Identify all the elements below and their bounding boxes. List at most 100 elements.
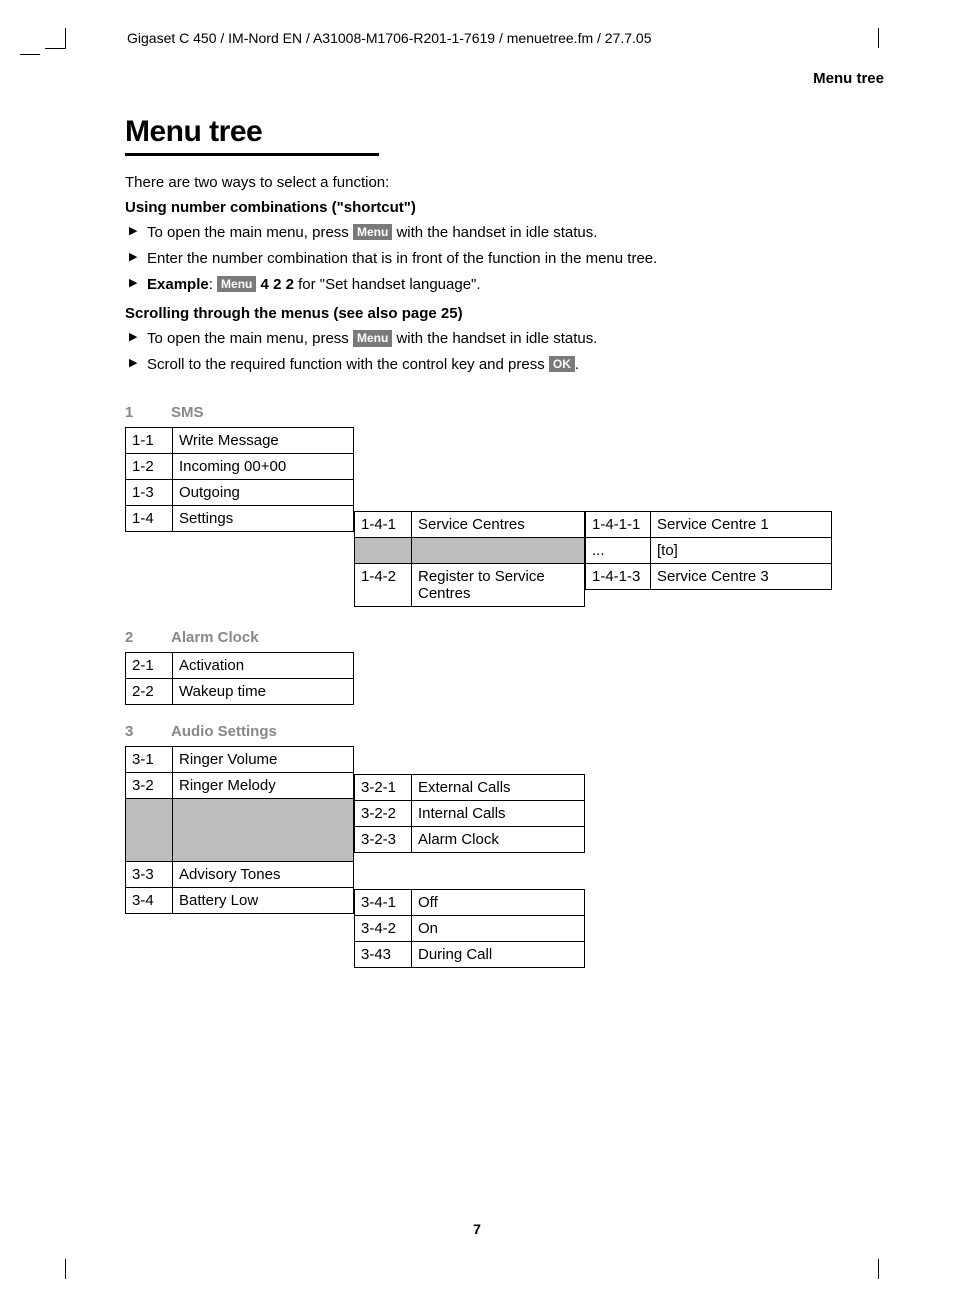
key-sequence: 4 2 2 <box>256 276 294 293</box>
section-number: 1 <box>125 404 171 421</box>
table-row: 3-2-2Internal Calls <box>355 800 585 826</box>
table-row: 3-4-2On <box>355 915 585 941</box>
empty-cell <box>173 798 354 861</box>
label: During Call <box>412 941 585 967</box>
table-row: 1-4Settings <box>126 505 354 531</box>
crop-mark <box>20 54 40 55</box>
label: [to] <box>651 537 832 563</box>
code: 3-2-2 <box>355 800 412 826</box>
label: Ringer Melody <box>173 772 354 798</box>
text: Scroll to the required function with the… <box>147 356 549 373</box>
menu-key-icon: Menu <box>217 276 256 292</box>
code: 1-2 <box>126 453 173 479</box>
menu-table-level3: 1-4-1-1Service Centre 1 ...[to] 1-4-1-3S… <box>585 511 832 590</box>
code: 3-3 <box>126 861 173 887</box>
label: Service Centre 3 <box>651 563 832 589</box>
table-row: 3-2-3Alarm Clock <box>355 826 585 852</box>
label: Service Centres <box>412 511 585 537</box>
crop-mark <box>878 1259 899 1279</box>
label: Service Centre 1 <box>651 511 832 537</box>
code: ... <box>586 537 651 563</box>
running-head: Menu tree <box>125 70 884 87</box>
intro-text: There are two ways to select a function: <box>125 174 884 191</box>
menu-table-level2: 3-2-1External Calls 3-2-2Internal Calls … <box>354 774 585 853</box>
shortcut-list: To open the main menu, press Menu with t… <box>125 222 884 295</box>
menu-key-icon: Menu <box>353 330 392 346</box>
code: 3-4-1 <box>355 889 412 915</box>
code: 1-4-1-1 <box>586 511 651 537</box>
list-item: Example: Menu 4 2 2 for "Set handset lan… <box>125 274 884 296</box>
section-title: Alarm Clock <box>171 629 259 646</box>
table-row: 3-1Ringer Volume <box>126 746 354 772</box>
scrolling-list: To open the main menu, press Menu with t… <box>125 328 884 376</box>
text: with the handset in idle status. <box>392 330 597 347</box>
empty-cell <box>355 537 412 563</box>
table-row: 3-3Advisory Tones <box>126 861 354 887</box>
page-number: 7 <box>0 1221 954 1237</box>
code: 1-1 <box>126 427 173 453</box>
table-row: 1-4-1Service Centres <box>355 511 585 537</box>
list-item: To open the main menu, press Menu with t… <box>125 222 884 244</box>
code: 1-4-2 <box>355 563 412 606</box>
label: Activation <box>173 652 354 678</box>
doc-header: Gigaset C 450 / IM-Nord EN / A31008-M170… <box>125 30 884 46</box>
code: 2-2 <box>126 678 173 704</box>
label: Internal Calls <box>412 800 585 826</box>
code: 1-3 <box>126 479 173 505</box>
code: 1-4-1 <box>355 511 412 537</box>
section-number: 3 <box>125 723 171 740</box>
table-row <box>126 798 354 861</box>
code: 3-2-1 <box>355 774 412 800</box>
table-row: 1-2Incoming 00+00 <box>126 453 354 479</box>
table-row: 2-1Activation <box>126 652 354 678</box>
menu-table-level2: 1-4-1Service Centres 1-4-2Register to Se… <box>354 511 585 607</box>
code: 3-2 <box>126 772 173 798</box>
ok-key-icon: OK <box>549 356 575 372</box>
code: 1-4-1-3 <box>586 563 651 589</box>
label: External Calls <box>412 774 585 800</box>
table-row: 3-2Ringer Melody <box>126 772 354 798</box>
code: 3-2-3 <box>355 826 412 852</box>
label: Ringer Volume <box>173 746 354 772</box>
text: for "Set handset language". <box>294 276 481 293</box>
list-item: Enter the number combination that is in … <box>125 248 884 270</box>
code: 2-1 <box>126 652 173 678</box>
list-item: Scroll to the required function with the… <box>125 354 884 376</box>
label: Incoming 00+00 <box>173 453 354 479</box>
section-number: 2 <box>125 629 171 646</box>
label: Register to Service Centres <box>412 563 585 606</box>
code: 1-4 <box>126 505 173 531</box>
crop-mark <box>45 28 66 49</box>
table-row: 1-1Write Message <box>126 427 354 453</box>
label: Outgoing <box>173 479 354 505</box>
menu-table-level1: 1-1Write Message 1-2Incoming 00+00 1-3Ou… <box>125 427 354 532</box>
label: On <box>412 915 585 941</box>
code: 3-43 <box>355 941 412 967</box>
text: . <box>575 356 579 373</box>
page-title: Menu tree <box>125 115 884 149</box>
table-row: 3-2-1External Calls <box>355 774 585 800</box>
table-row: 3-4-1Off <box>355 889 585 915</box>
label: Write Message <box>173 427 354 453</box>
table-row: 3-4Battery Low <box>126 887 354 913</box>
section-title: SMS <box>171 404 204 421</box>
table-row: 3-43During Call <box>355 941 585 967</box>
crop-mark <box>45 1259 66 1279</box>
code: 3-1 <box>126 746 173 772</box>
menu-table-level2: 3-4-1Off 3-4-2On 3-43During Call <box>354 889 585 968</box>
label: Battery Low <box>173 887 354 913</box>
table-row: 2-2Wakeup time <box>126 678 354 704</box>
table-row: 1-4-1-1Service Centre 1 <box>586 511 832 537</box>
list-item: To open the main menu, press Menu with t… <box>125 328 884 350</box>
table-row: 1-4-2Register to Service Centres <box>355 563 585 606</box>
title-rule <box>125 153 379 156</box>
code: 3-4 <box>126 887 173 913</box>
table-row: 1-3Outgoing <box>126 479 354 505</box>
text: To open the main menu, press <box>147 224 353 241</box>
subhead-shortcut: Using number combinations ("shortcut") <box>125 199 884 216</box>
table-row: ...[to] <box>586 537 832 563</box>
label: Advisory Tones <box>173 861 354 887</box>
empty-cell <box>412 537 585 563</box>
crop-mark <box>878 28 899 48</box>
menu-table-level1: 3-1Ringer Volume 3-2Ringer Melody 3-3Adv… <box>125 746 354 914</box>
